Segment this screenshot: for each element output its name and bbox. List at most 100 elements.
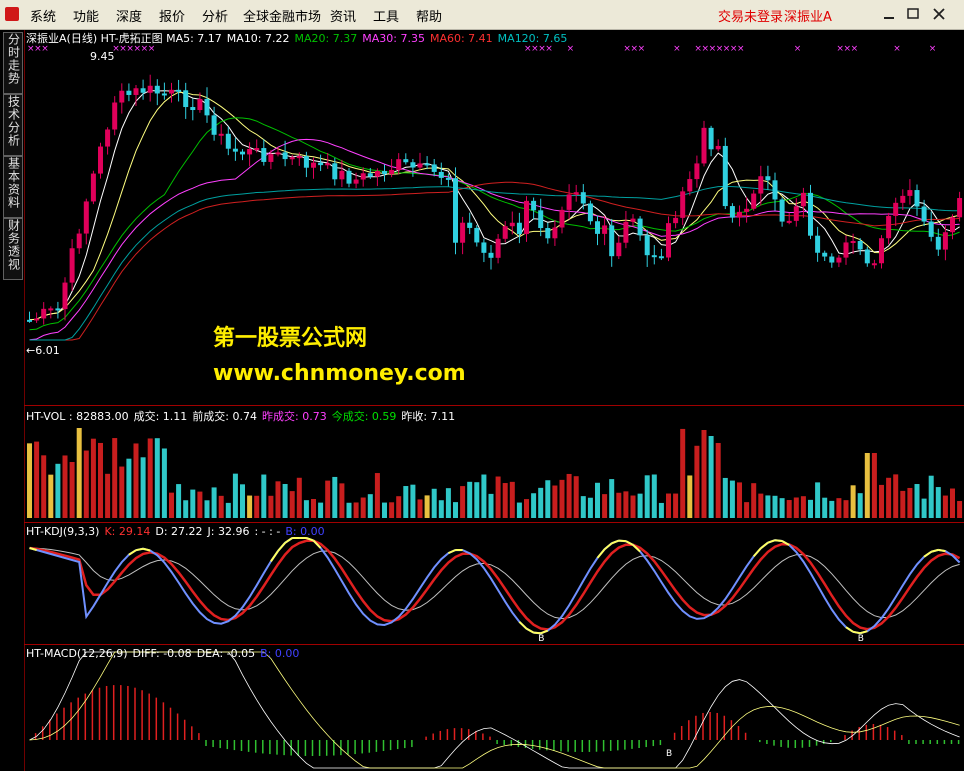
tab-technical[interactable]: 技术分析 [3, 94, 23, 156]
candle-body [729, 206, 735, 218]
volume-bar [900, 490, 906, 518]
volume-bar [133, 443, 139, 518]
volume-bar [602, 494, 608, 518]
candle-body [843, 242, 849, 258]
candle-body [573, 192, 579, 195]
volume-bar [410, 484, 416, 518]
legend-item: 成交: 1.11 [133, 410, 188, 423]
candle-body [339, 170, 345, 180]
candle-body [637, 218, 643, 236]
menu-item-analysis[interactable]: 分析 [202, 6, 228, 25]
candle-body [587, 203, 593, 222]
ma-line [29, 185, 960, 341]
candle-body [27, 319, 32, 322]
candle-body [112, 102, 118, 130]
candle-body [190, 107, 196, 111]
minimize-icon[interactable] [884, 17, 894, 19]
volume-bar [587, 497, 593, 518]
candle-body [942, 232, 948, 250]
volume-bar [431, 488, 437, 518]
candle-body [722, 145, 728, 207]
signal-marker: × [673, 44, 681, 54]
volume-bar [62, 455, 68, 518]
current-stock-link[interactable]: 深振业A [784, 6, 832, 25]
candle-body [502, 226, 508, 239]
legend-item: : - : - [254, 525, 281, 538]
candle-body [90, 173, 96, 202]
kdj-lines [29, 537, 961, 635]
trade-login-status[interactable]: 交易未登录 [718, 6, 783, 25]
candle-body [417, 163, 423, 168]
candle-body [119, 90, 125, 103]
kdj-extreme-segment [526, 627, 535, 634]
candle-body [183, 90, 189, 108]
watermark-title: 第一股票公式网 [213, 326, 368, 351]
restore-icon[interactable] [907, 8, 919, 19]
kdj-extreme-segment [603, 542, 613, 551]
volume-bar [161, 448, 167, 518]
kdj-panel-header: HT-KDJ(9,3,3) K: 29.14 D: 27.22 J: 32.96: -… [26, 525, 330, 538]
signal-marker: × [929, 44, 937, 54]
volume-bar [694, 445, 700, 518]
candle-body [602, 225, 608, 234]
volume-bar [957, 501, 963, 518]
candle-body [140, 88, 146, 93]
volume-bar [864, 453, 870, 518]
candle-body [644, 235, 650, 256]
candle-body [69, 248, 75, 283]
menu-item-help[interactable]: 帮助 [416, 6, 442, 25]
candle-body [879, 238, 884, 264]
menu-item-tools[interactable]: 工具 [373, 6, 399, 25]
candle-body [921, 206, 927, 222]
candle-body [907, 190, 913, 196]
menu-item-depth[interactable]: 深度 [116, 6, 142, 25]
legend-item: HT-MACD(12,26,9) [26, 647, 128, 660]
menu-item-quote[interactable]: 报价 [159, 6, 185, 25]
volume-bar [680, 428, 686, 518]
volume-panel-header: HT-VOL : 82883.00 成交: 1.11 前成交: 0.74 昨成交: 0… [26, 408, 460, 424]
kdj-extreme-segment [618, 539, 626, 543]
candle-body [737, 211, 742, 218]
kdj-extreme-segment [938, 548, 946, 553]
volume-bar [623, 491, 629, 518]
tab-intraday[interactable]: 分时走势 [3, 32, 23, 94]
volume-bar [83, 450, 89, 518]
menu-item-global-market[interactable]: 全球金融市场 [243, 6, 321, 25]
menu-item-function[interactable]: 功能 [73, 6, 99, 25]
volume-bar [630, 495, 636, 518]
volume-bar [367, 494, 373, 518]
candle-body [808, 192, 813, 236]
tab-financials[interactable]: 财务透视 [3, 218, 23, 280]
candle-body [247, 148, 253, 155]
candle-body [360, 173, 366, 180]
candle-body [467, 222, 473, 228]
tab-fundamentals[interactable]: 基本资料 [3, 156, 23, 218]
candle-body [126, 90, 132, 95]
volume-bar [275, 481, 281, 518]
menu-item-system[interactable]: 系统 [30, 6, 56, 25]
close-icon[interactable] [933, 8, 945, 20]
candle-body [822, 252, 828, 257]
candle-body [367, 173, 373, 177]
candle-body [460, 222, 466, 243]
volume-bar [942, 495, 948, 518]
volume-bar [644, 475, 650, 518]
volume-bar [169, 492, 174, 518]
candle-body [161, 93, 167, 96]
kdj-extreme-segment [518, 621, 528, 630]
volume-bar [580, 496, 586, 518]
candle-body [701, 127, 707, 164]
volume-bar [424, 495, 430, 518]
volume-bar [48, 474, 54, 518]
candle-body [694, 163, 700, 180]
candle-body [836, 257, 842, 263]
signal-marker: × [737, 44, 745, 54]
candle-body [630, 218, 636, 222]
volume-bar [154, 438, 160, 518]
legend-item: 昨收: 7.11 [401, 410, 456, 423]
candle-body [211, 115, 217, 135]
low-price-label: ←6.01 [26, 344, 60, 357]
macd-line [29, 651, 960, 769]
menu-item-news[interactable]: 资讯 [330, 6, 356, 25]
kdj-extreme-segment [859, 630, 868, 635]
